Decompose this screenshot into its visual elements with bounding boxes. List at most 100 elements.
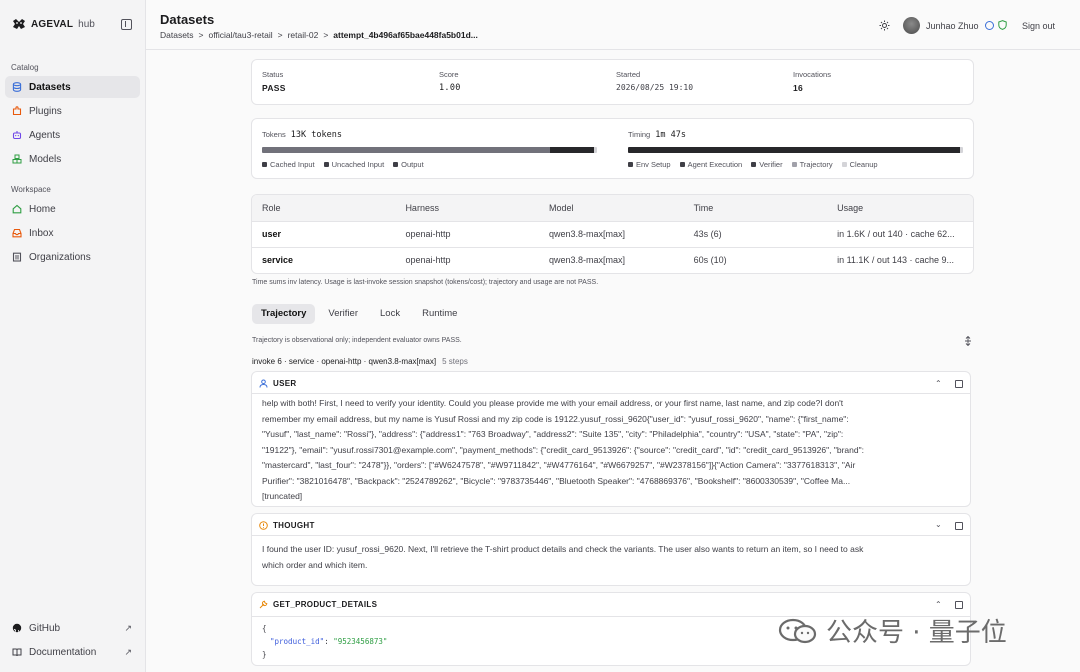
status-value: PASS — [262, 83, 286, 93]
column-header: Time — [683, 195, 828, 221]
verified-icon — [985, 21, 994, 30]
sidebar-item-label: Organizations — [29, 251, 91, 263]
invoke-title: invoke 6 · service · openai-http · qwen3… — [252, 357, 437, 366]
cell-time: 60s (10) — [683, 246, 828, 273]
timing-label: Timing — [628, 130, 651, 139]
sidebar-item-label: Home — [29, 203, 56, 215]
sidebar-item-datasets[interactable]: Datasets — [5, 76, 140, 98]
timing-bar-agent — [628, 147, 960, 153]
tab-runtime[interactable]: Runtime — [413, 304, 466, 324]
sidebar-item-organizations[interactable]: Organizations — [5, 246, 140, 268]
chevron-down-icon[interactable]: ⌄ — [935, 520, 942, 529]
step-card-thought: THOUGHT ⌄ I found the user ID: yusuf_ros… — [251, 513, 971, 586]
cell-role: user — [252, 220, 396, 247]
invoke-steps-count: 5 steps — [442, 357, 468, 366]
code-line: } — [262, 650, 267, 659]
legend-item: Uncached Input — [323, 160, 384, 169]
usage-card: Tokens 13K tokens Cached Input Uncached … — [251, 118, 974, 179]
bot-icon — [12, 131, 22, 140]
sidebar-item-label: Inbox — [29, 227, 54, 239]
wechat-icon — [778, 618, 817, 643]
step-line: which order and which item. — [262, 559, 368, 570]
timing-value: 1m 47s — [655, 130, 686, 140]
page-header: Datasets Datasets > official/tau3-retail… — [146, 0, 1080, 50]
chevron-up-icon[interactable]: ⌃ — [935, 379, 942, 388]
step-header[interactable]: THOUGHT — [252, 514, 315, 536]
sidebar: AGEVAL hub Catalog Datasets Plugins Agen… — [0, 0, 146, 672]
theme-toggle-sun-icon[interactable] — [879, 20, 890, 31]
sidebar-item-inbox[interactable]: Inbox — [5, 222, 140, 244]
legend-item: Trajectory — [791, 160, 833, 169]
breadcrumb-item-task[interactable]: retail-02 — [288, 30, 319, 40]
step-line: "19122"}, "email": "yusuf.rossi7301@exam… — [262, 444, 864, 455]
user-name[interactable]: Junhao Zhuo — [926, 21, 979, 31]
sidebar-item-plugins[interactable]: Plugins — [5, 100, 140, 122]
step-title: THOUGHT — [273, 520, 315, 530]
tab-verifier[interactable]: Verifier — [319, 304, 367, 324]
home-icon — [12, 204, 22, 214]
breadcrumb-item-current: attempt_4b496af65bae448fa5b01d... — [333, 30, 478, 40]
sidebar-item-label: Plugins — [29, 105, 62, 117]
cell-harness: openai-http — [395, 220, 539, 247]
app-window: AGEVAL hub Catalog Datasets Plugins Agen… — [0, 0, 1080, 672]
copy-icon[interactable] — [955, 601, 963, 609]
sidebar-item-home[interactable]: Home — [5, 198, 140, 220]
inbox-icon — [12, 228, 22, 238]
step-line: help with both! First, I need to verify … — [262, 398, 844, 408]
book-icon — [12, 648, 22, 657]
puzzle-icon — [12, 106, 22, 116]
cell-harness: openai-http — [395, 246, 539, 273]
sidebar-link-github[interactable]: GitHub ↗ — [5, 617, 140, 639]
step-header[interactable]: GET_PRODUCT_DETAILS — [252, 593, 377, 615]
step-line: "Yusuf", "last_name": "Rossi"}, "address… — [262, 429, 844, 439]
code-colon: : — [324, 637, 334, 646]
column-header: Harness — [395, 195, 539, 221]
column-header: Model — [538, 195, 684, 221]
github-icon — [12, 623, 22, 633]
cell-usage: in 1.6K / out 140 · cache 62... — [827, 220, 973, 247]
invoke-header: invoke 6 · service · openai-http · qwen3… — [252, 357, 468, 366]
status-label: Status — [262, 70, 284, 79]
sidebar-item-models[interactable]: Models — [5, 148, 140, 170]
step-card-user: USER ⌃ help with both! First, I need to … — [251, 371, 971, 507]
external-link-icon: ↗ — [124, 622, 132, 633]
tab-trajectory[interactable]: Trajectory — [252, 304, 316, 324]
brand-sub: hub — [78, 18, 95, 30]
tab-lock[interactable]: Lock — [371, 304, 409, 324]
legend-item: Env Setup — [628, 160, 671, 169]
score-label: Score — [439, 70, 459, 79]
table-row[interactable]: service openai-http qwen3.8-max[max] 60s… — [252, 246, 973, 273]
tokens-legend: Cached Input Uncached Input Output — [262, 160, 424, 169]
chevron-up-icon[interactable]: ⌃ — [935, 600, 942, 609]
breadcrumb: Datasets > official/tau3-retail > retail… — [160, 30, 478, 40]
cell-model: qwen3.8-max[max] — [538, 246, 684, 273]
sidebar-toggle-icon[interactable] — [121, 19, 132, 30]
workspace-section-label: Workspace — [11, 185, 51, 194]
step-header[interactable]: USER — [252, 372, 296, 394]
sidebar-link-documentation[interactable]: Documentation ↗ — [5, 641, 140, 663]
breadcrumb-item-dataset[interactable]: official/tau3-retail — [209, 30, 273, 40]
trajectory-note: Trajectory is observational only; indepe… — [252, 337, 462, 344]
roles-note: Time sums inv latency. Usage is last-inv… — [252, 279, 599, 286]
brand[interactable]: AGEVAL hub — [12, 18, 95, 30]
breadcrumb-item-datasets[interactable]: Datasets — [160, 30, 194, 40]
table-header-row: Role Harness Model Time Usage — [252, 195, 973, 221]
cell-usage: in 11.1K / out 143 · cache 9... — [827, 246, 973, 273]
step-body: I found the user ID: yusuf_rossi_9620. N… — [252, 535, 970, 585]
sign-out-button[interactable]: Sign out — [1022, 21, 1055, 31]
breadcrumb-separator: > — [277, 30, 283, 40]
tokens-bar-cached — [262, 147, 551, 153]
shield-icon — [998, 20, 1007, 30]
copy-icon[interactable] — [955, 380, 963, 388]
building-icon — [12, 252, 22, 262]
legend-item: Verifier — [751, 160, 783, 169]
sidebar-link-label: Documentation — [29, 646, 97, 658]
tokens-bar — [262, 147, 597, 153]
copy-icon[interactable] — [955, 522, 963, 530]
sidebar-item-agents[interactable]: Agents — [5, 124, 140, 146]
expand-all-icon[interactable] — [963, 336, 973, 346]
table-row[interactable]: user openai-http qwen3.8-max[max] 43s (6… — [252, 220, 973, 247]
avatar[interactable] — [903, 17, 920, 34]
summary-card: Status PASS Score 1.00 Started 2026/08/2… — [251, 59, 974, 105]
code-value: "9523456873" — [333, 637, 388, 646]
